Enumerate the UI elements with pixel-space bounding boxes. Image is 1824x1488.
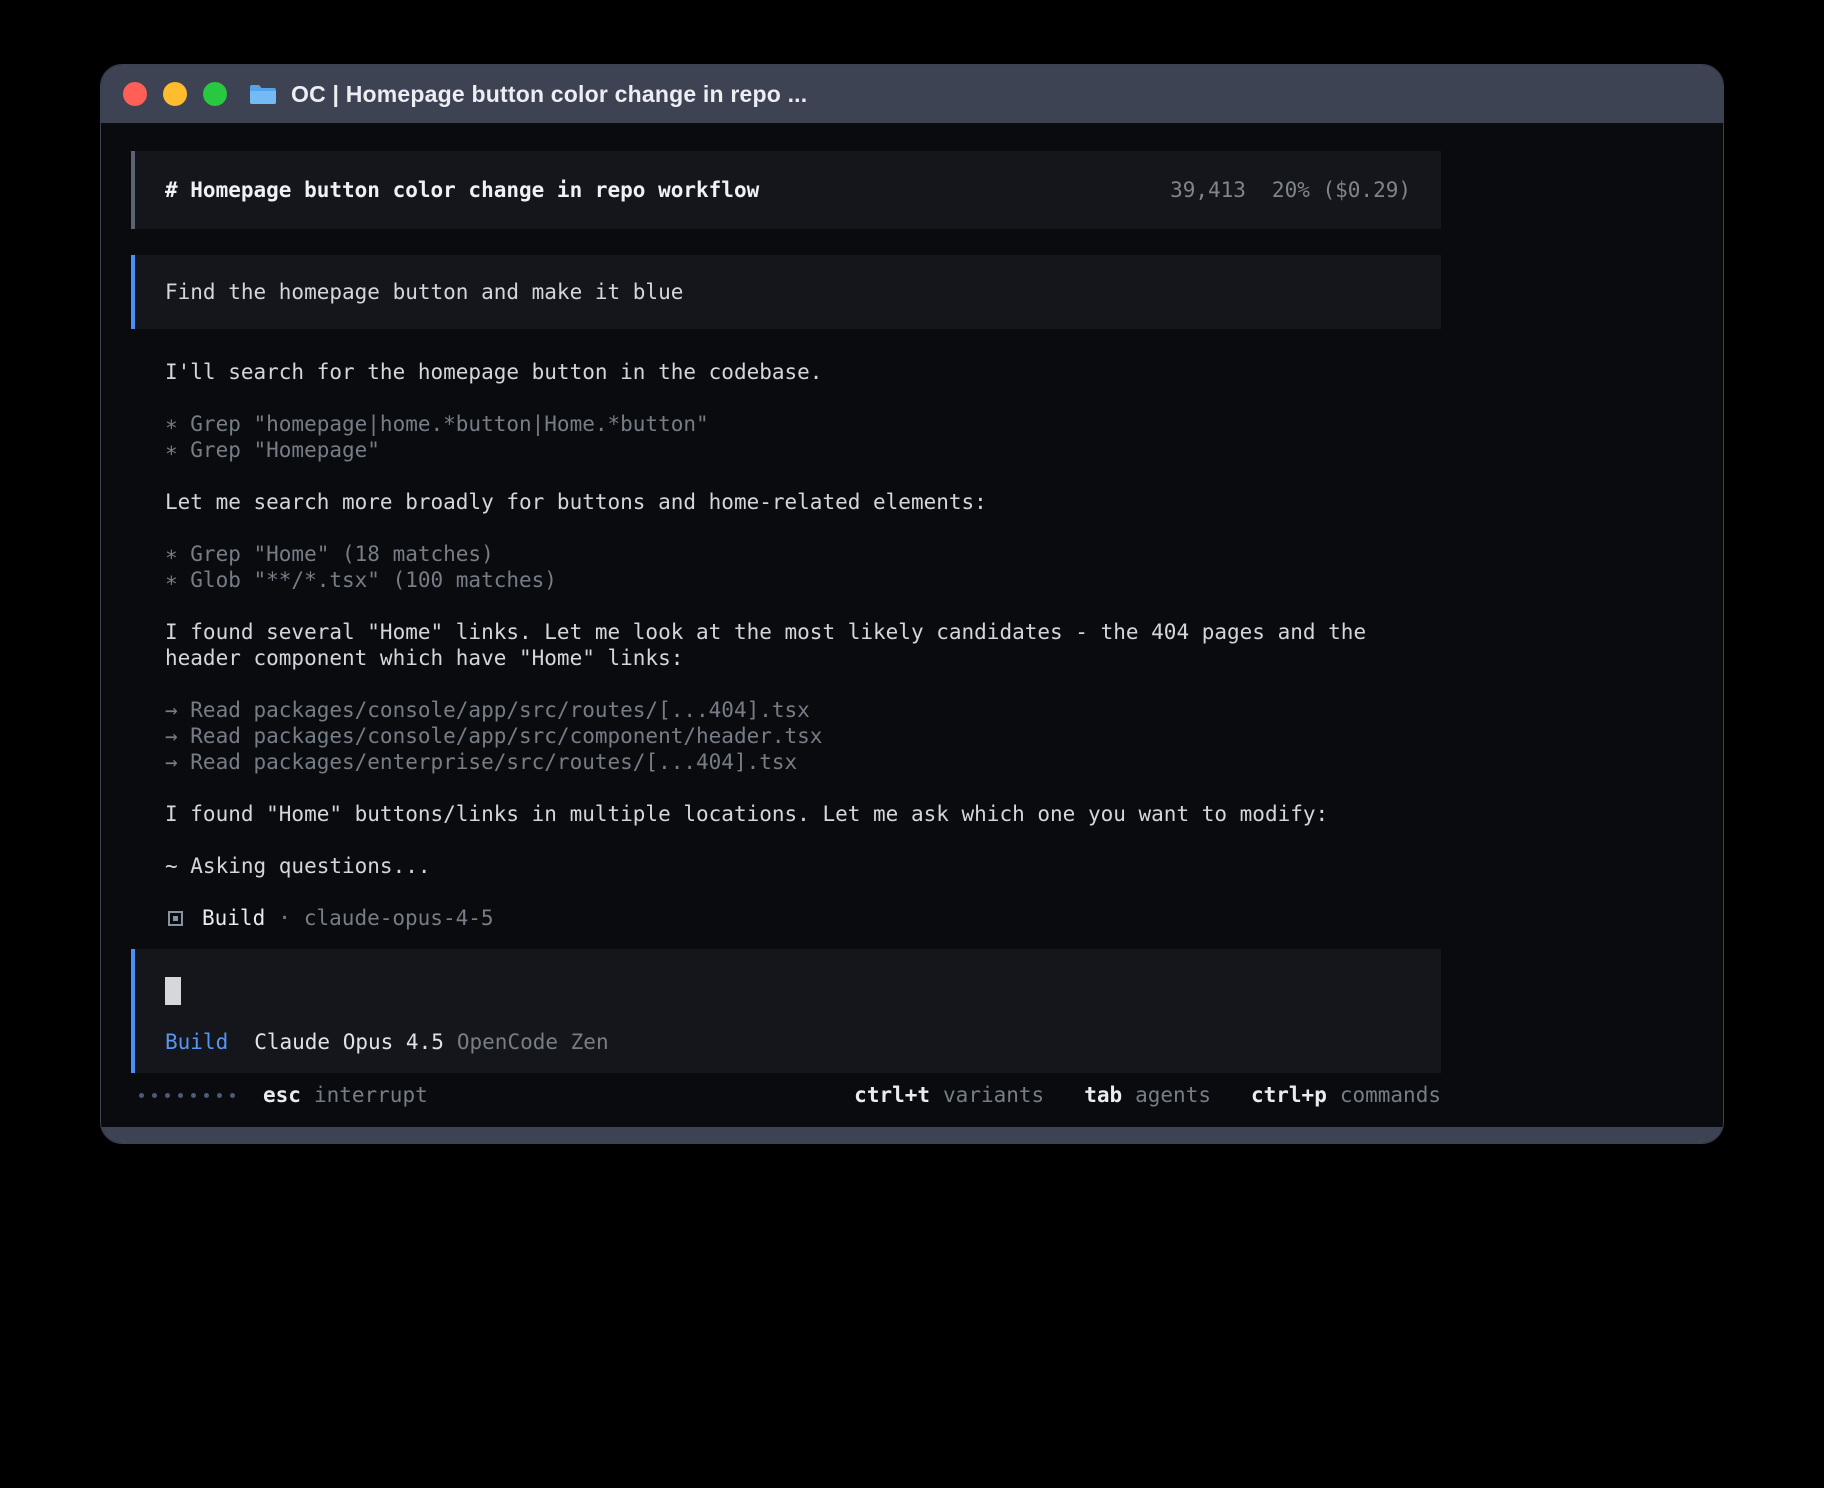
esc-label: interrupt: [314, 1082, 428, 1108]
variants-hint: ctrl+t variants: [854, 1082, 1044, 1108]
window-title: OC | Homepage button color change in rep…: [291, 81, 807, 108]
folder-icon: [249, 83, 277, 105]
assistant-text-line: I found several "Home" links. Let me loo…: [165, 619, 1391, 671]
agent-status-row: Build · claude-opus-4-5: [165, 905, 1391, 931]
status-bar: esc interrupt ctrl+t variants tab agents…: [131, 1081, 1441, 1109]
agents-key: tab: [1084, 1082, 1122, 1108]
agents-label: agents: [1135, 1082, 1211, 1108]
session-stats: 39,413 20% ($0.29): [1170, 177, 1411, 203]
traffic-lights: [123, 82, 227, 106]
dots-spinner-icon: [139, 1093, 235, 1098]
tool-call-line: ∗ Glob "**/*.tsx" (100 matches): [165, 567, 1391, 593]
tool-call-line: → Read packages/console/app/src/routes/[…: [165, 697, 1391, 723]
terminal-content: # Homepage button color change in repo w…: [101, 123, 1441, 1109]
agent-name: Build: [202, 905, 265, 931]
provider-label: OpenCode Zen: [457, 1029, 609, 1055]
prompt-input[interactable]: Build Claude Opus 4.5 OpenCode Zen: [131, 949, 1441, 1073]
tool-call-line: ∗ Grep "homepage|home.*button|Home.*butt…: [165, 411, 1391, 437]
context-cost: 20% ($0.29): [1272, 177, 1411, 203]
tool-call-line: → Read packages/console/app/src/componen…: [165, 723, 1391, 749]
agent-square-icon: [168, 911, 183, 926]
assistant-text-line: Let me search more broadly for buttons a…: [165, 489, 1391, 515]
esc-hint: esc interrupt: [263, 1082, 428, 1108]
session-title: # Homepage button color change in repo w…: [165, 177, 759, 203]
close-button[interactable]: [123, 82, 147, 106]
zoom-button[interactable]: [203, 82, 227, 106]
agent-model: claude-opus-4-5: [304, 905, 494, 931]
tool-call-line: → Read packages/enterprise/src/routes/[.…: [165, 749, 1391, 775]
user-message: Find the homepage button and make it blu…: [131, 255, 1441, 329]
token-count: 39,413: [1170, 177, 1246, 203]
window-bottom-frame: [101, 1127, 1723, 1143]
variants-label: variants: [943, 1082, 1044, 1108]
titlebar: OC | Homepage button color change in rep…: [101, 65, 1723, 123]
session-header: # Homepage button color change in repo w…: [131, 151, 1441, 229]
mode-label[interactable]: Build: [165, 1029, 228, 1055]
variants-key: ctrl+t: [854, 1082, 930, 1108]
user-message-text: Find the homepage button and make it blu…: [165, 279, 683, 305]
esc-key: esc: [263, 1082, 301, 1108]
agent-separator: ·: [278, 905, 291, 931]
commands-key: ctrl+p: [1251, 1082, 1327, 1108]
transcript: I'll search for the homepage button in t…: [131, 329, 1441, 931]
assistant-status-line: ~ Asking questions...: [165, 853, 1391, 879]
agents-hint: tab agents: [1084, 1082, 1211, 1108]
model-label[interactable]: Claude Opus 4.5: [254, 1029, 444, 1055]
assistant-text-line: I found "Home" buttons/links in multiple…: [165, 801, 1391, 827]
terminal-window: OC | Homepage button color change in rep…: [100, 64, 1724, 1144]
assistant-text-line: I'll search for the homepage button in t…: [165, 359, 1391, 385]
commands-label: commands: [1340, 1082, 1441, 1108]
input-footer: Build Claude Opus 4.5 OpenCode Zen: [165, 1029, 1411, 1055]
tool-call-line: ∗ Grep "Home" (18 matches): [165, 541, 1391, 567]
commands-hint: ctrl+p commands: [1251, 1082, 1441, 1108]
block-cursor[interactable]: [165, 977, 181, 1005]
tool-call-line: ∗ Grep "Homepage": [165, 437, 1391, 463]
minimize-button[interactable]: [163, 82, 187, 106]
